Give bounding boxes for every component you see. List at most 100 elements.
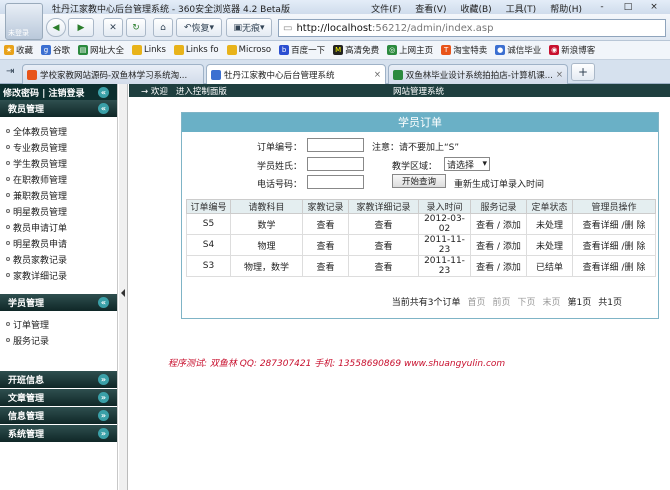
- region-label: 教学区域：: [392, 162, 438, 172]
- search-button[interactable]: 开始查询: [392, 174, 446, 188]
- sidebar-section-articles[interactable]: 文章管理»: [0, 389, 117, 406]
- favorite-item[interactable]: Microso: [226, 45, 271, 55]
- close-tab-icon[interactable]: ×: [556, 70, 563, 80]
- circle-icon: ●: [495, 45, 506, 55]
- column-header: 家教记录: [302, 199, 349, 214]
- site-icon: ▤: [78, 45, 89, 55]
- address-bar[interactable]: ▭ http://localhost:56212/admin/index.asp: [278, 19, 666, 37]
- admin-actions[interactable]: 查看详细 /删 除: [572, 234, 656, 256]
- collapse-icon[interactable]: «: [98, 103, 109, 114]
- avatar[interactable]: 未登录: [5, 3, 43, 40]
- tab-3[interactable]: 双鱼林毕业设计系统拍拍店-计算机课... ×: [388, 64, 568, 84]
- favorite-item[interactable]: M 高清免费: [333, 44, 379, 56]
- sidebar: 修改密码 | 注销登录 « 教员管理 « 全体教员管理 专业教员管理 学生教员管理…: [0, 84, 118, 490]
- favorite-item[interactable]: ◉ 新浪博客: [549, 44, 595, 56]
- control-panel-link[interactable]: 进入控制面版: [176, 85, 227, 97]
- sidebar-splitter[interactable]: [119, 84, 128, 490]
- restore-button[interactable]: ↶ 恢复 ▾: [176, 18, 222, 37]
- column-header: 录入时间: [418, 199, 471, 214]
- phone-input[interactable]: [307, 175, 364, 189]
- entry-time: 2011-11-23: [418, 255, 471, 277]
- order-no-input[interactable]: [307, 138, 364, 152]
- favorite-item[interactable]: b 百度一下: [279, 44, 325, 56]
- bullet-icon: [6, 209, 10, 213]
- refresh-button[interactable]: ↻: [126, 18, 146, 37]
- forward-button[interactable]: ▶: [68, 18, 94, 37]
- sidebar-item[interactable]: 家教详细记录: [6, 267, 117, 283]
- table-row: S4 物理 查看 查看 2011-11-23 查看 / 添加 未处理 查看详细 …: [186, 234, 656, 256]
- tab-1[interactable]: 学校家教网站源码-双鱼林学习系统淘...: [22, 64, 204, 84]
- sidebar-section-teachers[interactable]: 教员管理 «: [0, 100, 117, 117]
- tab-2[interactable]: 牡丹江家教中心后台管理系统 ×: [206, 64, 386, 85]
- last-page-link[interactable]: 末页: [543, 295, 561, 308]
- table-row: S5 数学 查看 查看 2012-03-02 查看 / 添加 未处理 查看详细 …: [186, 213, 656, 235]
- view-detail-link[interactable]: 查看: [348, 234, 419, 256]
- service-links[interactable]: 查看 / 添加: [470, 255, 527, 277]
- stop-button[interactable]: ✕: [103, 18, 123, 37]
- sidebar-item[interactable]: 教员家教记录: [6, 251, 117, 267]
- view-record-link[interactable]: 查看: [302, 234, 349, 256]
- sidebar-item-orders[interactable]: 订单管理: [6, 316, 117, 332]
- sidebar-item[interactable]: 教员申请订单: [6, 219, 117, 235]
- sidebar-item[interactable]: 在职教师管理: [6, 171, 117, 187]
- expand-icon[interactable]: »: [98, 374, 109, 385]
- new-tab-button[interactable]: +: [571, 63, 595, 81]
- sidebar-section-students[interactable]: 学员管理 «: [0, 294, 117, 311]
- admin-actions[interactable]: 查看详细 /删 除: [572, 255, 656, 277]
- student-name-input[interactable]: [307, 157, 364, 171]
- welcome-text: → 欢迎: [141, 86, 168, 97]
- sidebar-section-info[interactable]: 信息管理»: [0, 407, 117, 424]
- sidebar-item[interactable]: 兼职教员管理: [6, 187, 117, 203]
- tab-menu-icon[interactable]: ⇥: [6, 66, 14, 77]
- favorite-item[interactable]: Links fo: [173, 45, 219, 55]
- column-header: 请教科目: [230, 199, 303, 214]
- region-select[interactable]: 请选择 ▾: [444, 157, 490, 171]
- sidebar-item-service[interactable]: 服务记录: [6, 332, 117, 348]
- expand-icon[interactable]: »: [98, 410, 109, 421]
- favorite-item[interactable]: T 淘宝特卖: [441, 44, 487, 56]
- expand-icon[interactable]: »: [98, 392, 109, 403]
- first-page-link[interactable]: 首页: [467, 295, 485, 308]
- collapse-arrow-icon[interactable]: [121, 289, 125, 297]
- chevron-down-icon: ▾: [482, 159, 487, 169]
- bullet-icon: [6, 145, 10, 149]
- service-links[interactable]: 查看 / 添加: [470, 234, 527, 256]
- account-links[interactable]: 修改密码 | 注销登录: [3, 86, 85, 99]
- expand-icon[interactable]: »: [98, 428, 109, 439]
- sidebar-item[interactable]: 学生教员管理: [6, 155, 117, 171]
- collapse-icon[interactable]: «: [98, 297, 109, 308]
- favorite-item[interactable]: ★ 收藏: [4, 44, 33, 56]
- close-tab-icon[interactable]: ×: [374, 70, 381, 80]
- folder-icon: [226, 45, 237, 55]
- regenerate-time-link[interactable]: 重新生成订单录入时间: [454, 177, 544, 190]
- favorite-item[interactable]: ● 诚信毕业: [495, 44, 541, 56]
- sidebar-section-classes[interactable]: 开班信息»: [0, 371, 117, 388]
- admin-actions[interactable]: 查看详细 /删 除: [572, 213, 656, 235]
- back-button[interactable]: ◀: [46, 18, 66, 37]
- home-button[interactable]: ⌂: [153, 18, 173, 37]
- favorite-item[interactable]: ▤ 网址大全: [78, 44, 124, 56]
- favorite-item[interactable]: g 谷歌: [41, 44, 70, 56]
- view-record-link[interactable]: 查看: [302, 255, 349, 277]
- view-detail-link[interactable]: 查看: [348, 255, 419, 277]
- sidebar-item[interactable]: 明星教员管理: [6, 203, 117, 219]
- sidebar-item[interactable]: 全体教员管理: [6, 123, 117, 139]
- bullet-icon: [6, 193, 10, 197]
- service-links[interactable]: 查看 / 添加: [470, 213, 527, 235]
- order-id: S3: [186, 255, 231, 277]
- sidebar-item[interactable]: 明星教员申请: [6, 235, 117, 251]
- collapse-icon[interactable]: «: [98, 86, 109, 98]
- incognito-button[interactable]: ▣ 无痕 ▾: [226, 18, 272, 37]
- sidebar-item[interactable]: 专业教员管理: [6, 139, 117, 155]
- favorite-item[interactable]: ◎ 上网主页: [387, 44, 433, 56]
- view-record-link[interactable]: 查看: [302, 213, 349, 235]
- next-page-link[interactable]: 下页: [518, 295, 536, 308]
- sidebar-section-system[interactable]: 系统管理»: [0, 425, 117, 442]
- view-detail-link[interactable]: 查看: [348, 213, 419, 235]
- subject: 物理: [230, 234, 303, 256]
- prev-page-link[interactable]: 前页: [492, 295, 510, 308]
- column-header: 管理员操作: [572, 199, 656, 214]
- star-icon: ★: [4, 45, 14, 55]
- panel-title: 学员订单: [182, 113, 658, 132]
- favorite-item[interactable]: Links: [132, 45, 166, 55]
